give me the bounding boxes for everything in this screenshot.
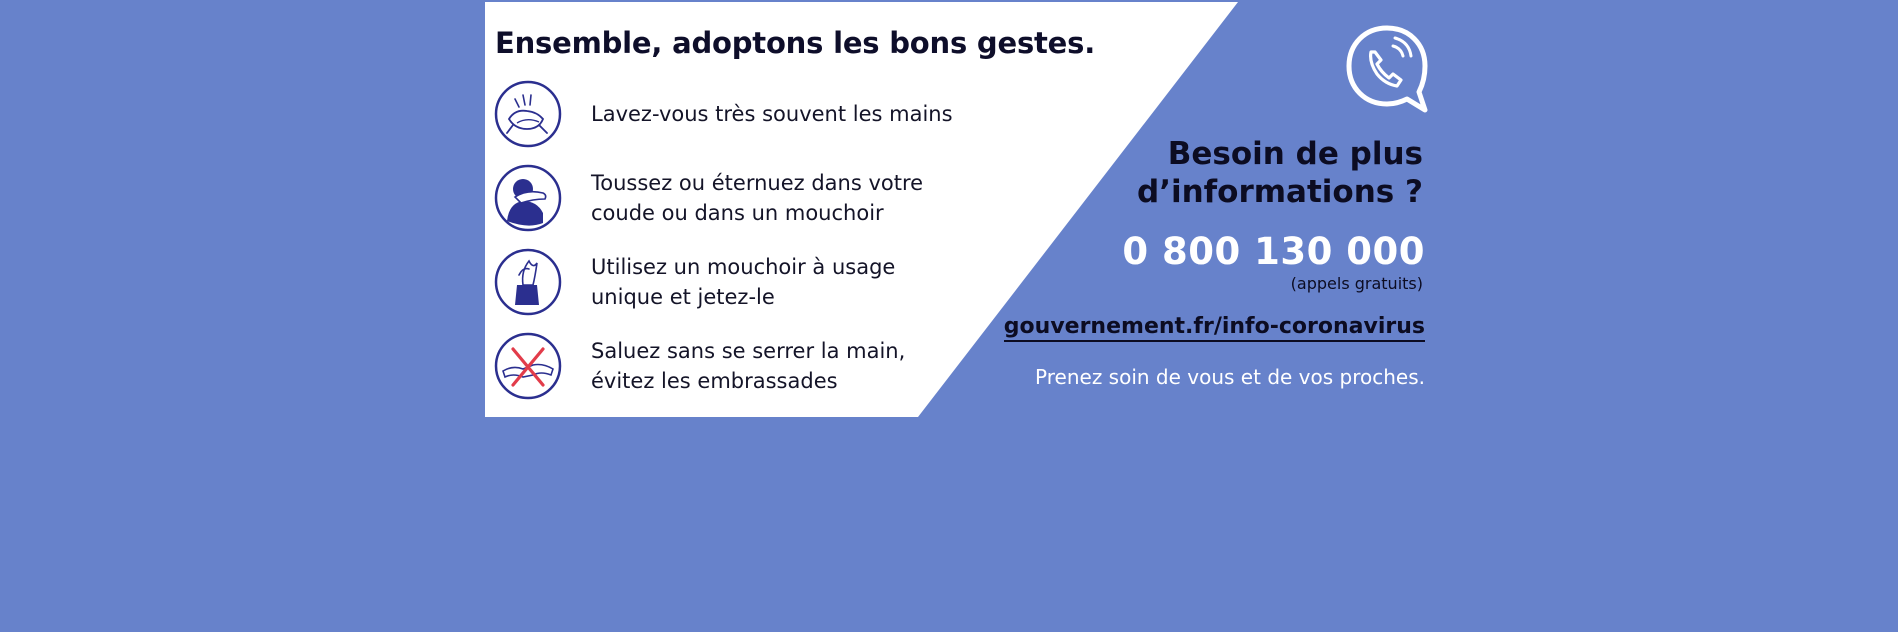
website-link[interactable]: gouvernement.fr/info-coronavirus	[1003, 314, 1425, 342]
gesture-text-line2: coude ou dans un mouchoir	[591, 201, 884, 225]
gesture-text-line1: Saluez sans se serrer la main,	[591, 339, 906, 363]
phone-speech-bubble-icon	[1346, 25, 1428, 113]
covid-info-banner: Ensemble, adoptons les bons gestes. Lave…	[485, 2, 1445, 417]
gesture-text-line2: unique et jetez-le	[591, 285, 775, 309]
banner-headline: Ensemble, adoptons les bons gestes.	[495, 26, 1096, 60]
phone-note: (appels gratuits)	[1290, 274, 1423, 293]
phone-number[interactable]: 0 800 130 000	[1122, 230, 1425, 273]
cough-elbow-icon	[494, 164, 562, 232]
closing-message: Prenez soin de vous et de vos proches.	[1035, 365, 1425, 389]
page: Ensemble, adoptons les bons gestes. Lave…	[0, 0, 1898, 632]
help-title: Besoin de plus d’informations ?	[1137, 135, 1423, 211]
gesture-text-line1: Utilisez un mouchoir à usage	[591, 255, 896, 279]
gesture-text-line1: Lavez-vous très souvent les mains	[591, 102, 953, 126]
tissue-box-icon	[494, 248, 562, 316]
gesture-text-line2: évitez les embrassades	[591, 369, 838, 393]
help-title-line2: d’informations ?	[1137, 174, 1423, 210]
hand-washing-icon	[494, 80, 562, 148]
gesture-item-no-handshake: Saluez sans se serrer la main, évitez le…	[489, 331, 1009, 401]
gesture-item-wash-hands: Lavez-vous très souvent les mains	[489, 79, 1009, 149]
help-title-line1: Besoin de plus	[1167, 136, 1423, 172]
no-handshake-icon	[494, 332, 562, 400]
gesture-text-line1: Toussez ou éternuez dans votre	[591, 171, 924, 195]
gesture-item-cough-elbow: Toussez ou éternuez dans votre coude ou …	[489, 163, 1009, 233]
gesture-item-single-use-tissue: Utilisez un mouchoir à usage unique et j…	[489, 247, 1009, 317]
